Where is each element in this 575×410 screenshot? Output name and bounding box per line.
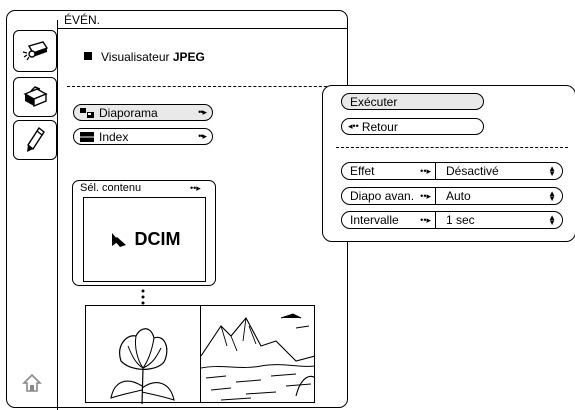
setting-row-interval: Intervalle ••▸ 1 sec ▲ ▼ <box>341 211 563 229</box>
panel-separator <box>336 147 568 148</box>
tab-pen[interactable] <box>13 120 57 160</box>
advance-label: Diapo avan. <box>350 189 415 203</box>
content-selector-arrow-icon: ••▸ <box>190 183 201 193</box>
slideshow-button[interactable]: Diaporama ••▸ <box>73 104 213 121</box>
folder-icon <box>111 232 126 247</box>
execute-button[interactable]: Exécuter <box>341 93 484 110</box>
section-separator <box>67 86 342 87</box>
advance-label-button[interactable]: Diapo avan. ••▸ <box>341 187 436 205</box>
advance-value: Auto <box>446 189 471 203</box>
content-selector-label: Sél. contenu <box>80 182 142 194</box>
landscape-image <box>200 313 316 401</box>
projector-icon <box>22 41 49 61</box>
effect-label: Effet <box>350 164 375 178</box>
index-button[interactable]: Index ••▸ <box>73 128 213 145</box>
index-icon <box>80 131 94 142</box>
title-divider <box>57 28 347 29</box>
thumbnail-strip <box>85 305 316 405</box>
back-label: Retour <box>361 119 398 134</box>
viewer-title: Visualisateur JPEG <box>101 50 205 64</box>
tulip-image <box>110 328 175 405</box>
effect-select[interactable]: Désactivé ▲ ▼ <box>436 162 563 180</box>
interval-label-button[interactable]: Intervalle ••▸ <box>341 211 436 229</box>
slideshow-icon <box>80 107 94 118</box>
interval-select[interactable]: 1 sec ▲ ▼ <box>436 211 563 229</box>
tab-toolbox[interactable] <box>13 77 57 117</box>
window-title: ÉVÉN. <box>64 13 101 27</box>
setting-row-advance: Diapo avan. ••▸ Auto ▲ ▼ <box>341 187 563 205</box>
advance-select[interactable]: Auto ▲ ▼ <box>436 187 563 205</box>
thumbnail-landscape[interactable] <box>200 306 316 402</box>
effect-label-button[interactable]: Effet ••▸ <box>341 162 436 180</box>
interval-spinner-icon[interactable]: ▲ ▼ <box>548 214 556 227</box>
back-button[interactable]: ◂•• Retour <box>341 118 484 135</box>
interval-label: Intervalle <box>350 213 399 227</box>
index-label: Index <box>99 129 129 144</box>
folder-name: DCIM <box>134 229 181 249</box>
slideshow-arrow-icon: ••▸ <box>198 107 207 117</box>
more-items-dots <box>141 289 145 305</box>
effect-arrow-icon: ••▸ <box>420 165 431 176</box>
home-icon[interactable] <box>22 373 42 393</box>
viewer-format: JPEG <box>172 50 205 64</box>
interval-value: 1 sec <box>446 213 475 227</box>
effect-spinner-icon[interactable]: ▲ ▼ <box>548 165 556 178</box>
viewer-bullet <box>84 52 92 60</box>
thumbnail-tulip[interactable] <box>86 306 201 405</box>
interval-arrow-icon: ••▸ <box>420 214 431 225</box>
viewer-title-text: Visualisateur <box>101 50 173 64</box>
folder-card[interactable]: DCIM <box>83 197 206 282</box>
effect-value: Désactivé <box>446 164 499 178</box>
toolbox-icon <box>23 86 48 108</box>
pen-icon <box>27 126 45 152</box>
back-arrow-icon: ◂•• <box>348 121 359 131</box>
sidebar-divider <box>57 20 58 410</box>
execute-label: Exécuter <box>350 94 398 109</box>
advance-arrow-icon: ••▸ <box>420 190 431 201</box>
advance-spinner-icon[interactable]: ▲ ▼ <box>548 190 556 203</box>
tab-projector[interactable] <box>13 30 57 72</box>
index-arrow-icon: ••▸ <box>198 131 207 141</box>
slideshow-label: Diaporama <box>99 105 158 120</box>
setting-row-effect: Effet ••▸ Désactivé ▲ ▼ <box>341 162 563 180</box>
